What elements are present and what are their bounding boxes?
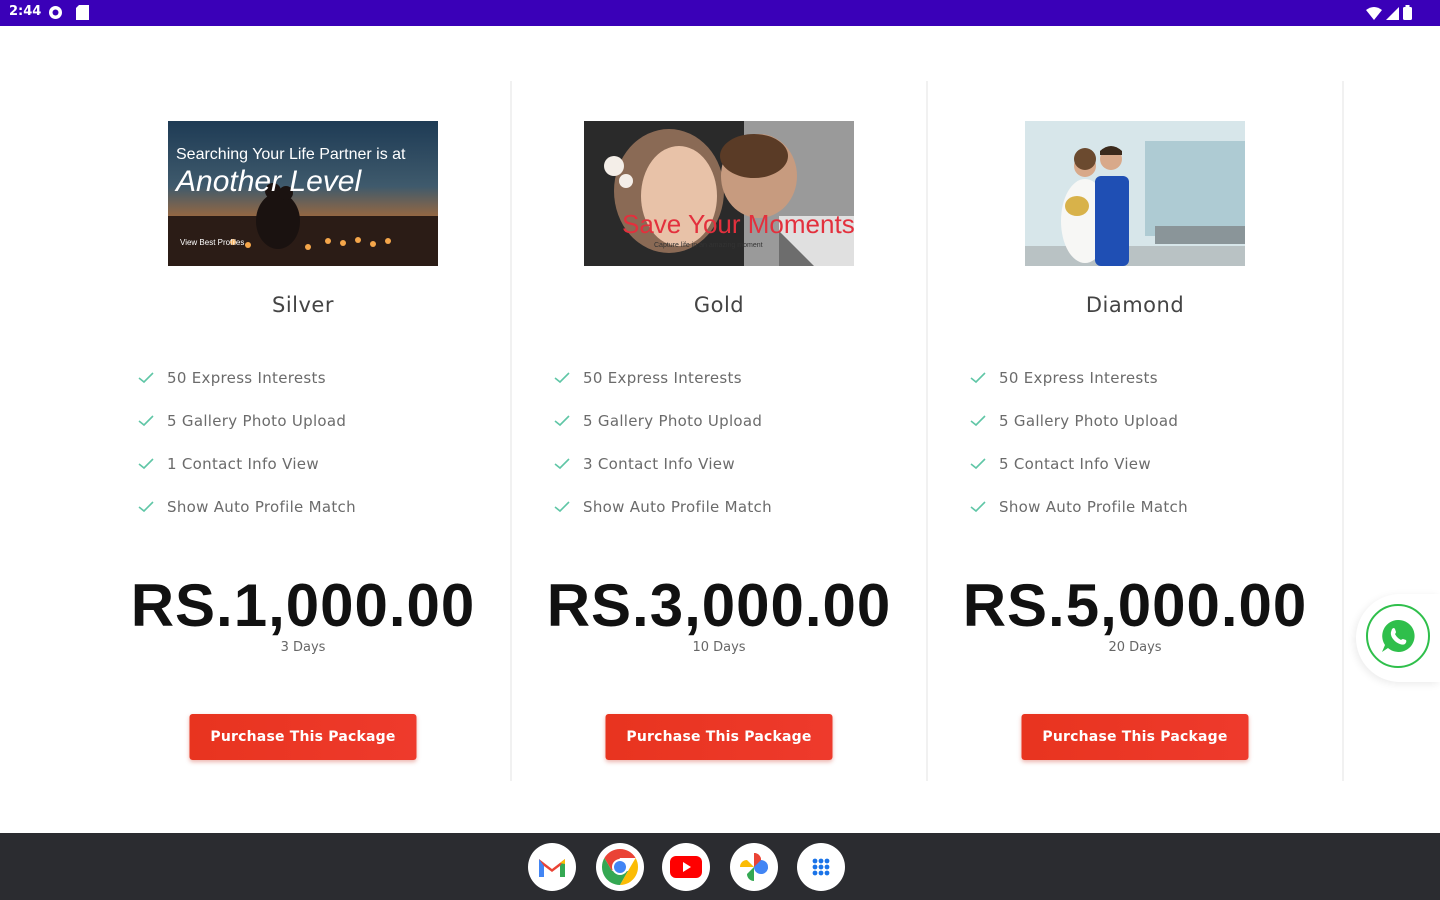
package-title: Gold	[693, 293, 745, 317]
check-icon	[138, 500, 154, 512]
feature-label: 5 Gallery Photo Upload	[583, 411, 763, 430]
feature-item: 1 Contact Info View	[137, 442, 356, 485]
package-duration: 20 Days	[1108, 640, 1162, 655]
check-icon	[554, 500, 570, 512]
chrome-icon[interactable]	[596, 843, 644, 891]
whatsapp-button[interactable]	[1366, 604, 1430, 668]
status-bar: 2:44	[0, 0, 1440, 26]
check-icon	[554, 371, 570, 383]
package-title: Diamond	[1085, 293, 1185, 317]
feature-item: 5 Contact Info View	[969, 442, 1188, 485]
status-time: 2:44	[9, 4, 42, 19]
purchase-package-button-silver[interactable]: Purchase This Package	[189, 714, 417, 760]
check-icon	[970, 457, 986, 469]
feature-label: Show Auto Profile Match	[167, 497, 356, 516]
package-image-gold: Save Your Moments Capture life in an ama…	[584, 121, 854, 266]
feature-list: 50 Express Interests 5 Gallery Photo Upl…	[137, 356, 356, 528]
feature-item: Show Auto Profile Match	[969, 485, 1188, 528]
package-title: Silver	[272, 293, 334, 317]
package-duration: 10 Days	[692, 640, 746, 655]
gold-image-caption-1: Save Your Moments	[622, 209, 854, 239]
gmail-icon[interactable]	[528, 843, 576, 891]
feature-label: 5 Gallery Photo Upload	[999, 411, 1179, 430]
battery-icon	[1403, 5, 1412, 24]
gold-image-caption-2: Capture life in an amazing moment	[654, 242, 763, 249]
check-icon	[554, 457, 570, 469]
package-card-gold: Save Your Moments Capture life in an ama…	[513, 81, 925, 781]
youtube-icon[interactable]	[662, 843, 710, 891]
status-indicators	[1366, 5, 1412, 24]
package-price: RS.1,000.00	[130, 572, 476, 639]
wifi-icon	[1366, 5, 1382, 24]
check-icon	[138, 371, 154, 383]
feature-label: Show Auto Profile Match	[999, 497, 1188, 516]
package-duration: 3 Days	[280, 640, 326, 655]
feature-label: 3 Contact Info View	[583, 454, 735, 473]
settings-status-icon	[48, 5, 63, 20]
silver-image-caption-1: Searching Your Life Partner is at	[176, 146, 406, 163]
google-photos-icon[interactable]	[730, 843, 778, 891]
feature-list: 50 Express Interests 5 Gallery Photo Upl…	[969, 356, 1188, 528]
silver-image-caption-2: Another Level	[174, 165, 362, 198]
column-divider	[510, 81, 512, 781]
whatsapp-icon	[1382, 619, 1415, 652]
signal-icon	[1386, 5, 1399, 24]
feature-item: 50 Express Interests	[553, 356, 772, 399]
check-icon	[970, 371, 986, 383]
feature-label: Show Auto Profile Match	[583, 497, 772, 516]
check-icon	[970, 414, 986, 426]
feature-item: Show Auto Profile Match	[553, 485, 772, 528]
sd-card-icon	[76, 5, 91, 20]
column-divider	[926, 81, 928, 781]
pricing-content: Searching Your Life Partner is at Anothe…	[0, 26, 1440, 833]
feature-item: 3 Contact Info View	[553, 442, 772, 485]
silver-image-caption-3: View Best Profiles	[180, 238, 244, 247]
package-price: RS.5,000.00	[962, 572, 1308, 639]
check-icon	[554, 414, 570, 426]
check-icon	[138, 457, 154, 469]
taskbar	[0, 833, 1440, 900]
feature-item: 50 Express Interests	[969, 356, 1188, 399]
package-image-diamond	[1025, 121, 1245, 266]
feature-label: 5 Gallery Photo Upload	[167, 411, 347, 430]
feature-item: 5 Gallery Photo Upload	[969, 399, 1188, 442]
feature-item: 5 Gallery Photo Upload	[137, 399, 356, 442]
check-icon	[970, 500, 986, 512]
feature-label: 1 Contact Info View	[167, 454, 319, 473]
feature-item: 50 Express Interests	[137, 356, 356, 399]
package-card-silver: Searching Your Life Partner is at Anothe…	[97, 81, 509, 781]
feature-item: 5 Gallery Photo Upload	[553, 399, 772, 442]
feature-label: 50 Express Interests	[583, 368, 742, 387]
package-price: RS.3,000.00	[546, 572, 892, 639]
package-image-silver: Searching Your Life Partner is at Anothe…	[168, 121, 438, 266]
check-icon	[138, 414, 154, 426]
column-divider	[1342, 81, 1344, 781]
package-card-diamond: Diamond 50 Express Interests 5 Gallery P…	[929, 81, 1341, 781]
feature-label: 50 Express Interests	[999, 368, 1158, 387]
app-launcher-icon[interactable]	[797, 843, 845, 891]
feature-label: 50 Express Interests	[167, 368, 326, 387]
feature-item: Show Auto Profile Match	[137, 485, 356, 528]
feature-list: 50 Express Interests 5 Gallery Photo Upl…	[553, 356, 772, 528]
purchase-package-button-diamond[interactable]: Purchase This Package	[1021, 714, 1249, 760]
purchase-package-button-gold[interactable]: Purchase This Package	[605, 714, 833, 760]
whatsapp-float	[1356, 594, 1440, 682]
feature-label: 5 Contact Info View	[999, 454, 1151, 473]
